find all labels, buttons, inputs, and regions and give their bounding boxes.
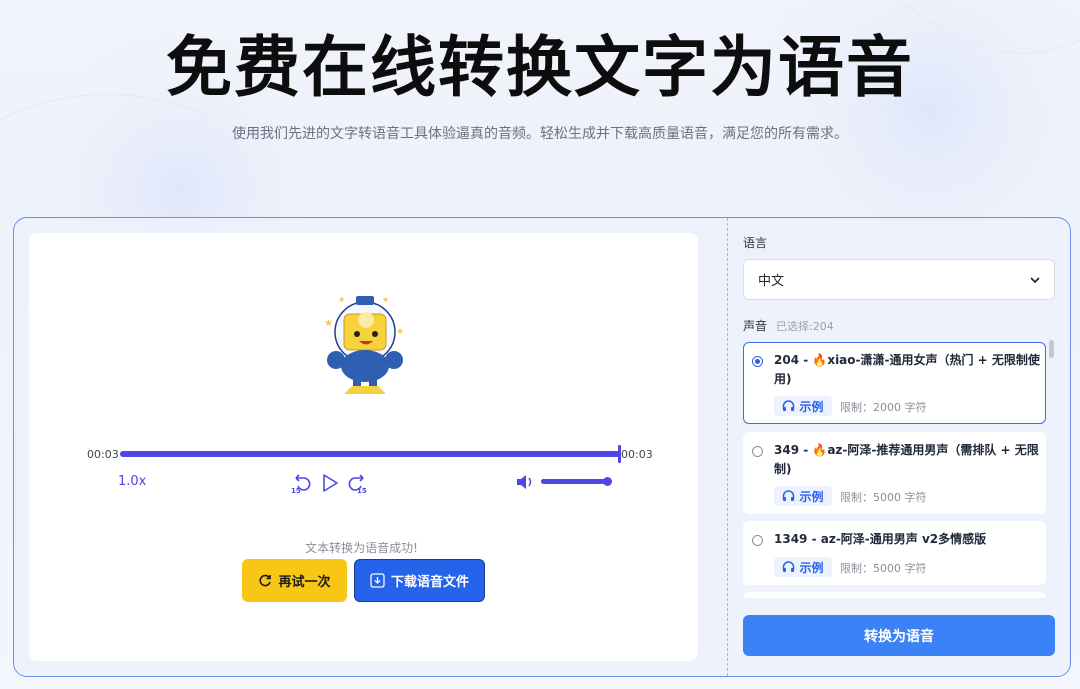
- svg-text:★: ★: [324, 318, 333, 329]
- play-icon[interactable]: [319, 472, 341, 494]
- language-select[interactable]: 中文: [743, 259, 1055, 300]
- skip-back-seconds: 15: [291, 487, 301, 494]
- voice-radio[interactable]: [752, 356, 763, 367]
- download-button[interactable]: 下载语音文件: [354, 559, 485, 602]
- skip-back-icon[interactable]: 15: [290, 472, 312, 494]
- voice-option[interactable]: 204 - 🔥xiao-潇潇-通用女声（热门 + 无限制使用) 示例 限制：20…: [743, 342, 1046, 424]
- voice-radio[interactable]: [752, 535, 763, 546]
- voice-name: 349 - 🔥az-阿泽-推荐通用男声（需排队 + 无限制): [774, 443, 1039, 476]
- svg-text:★: ★: [396, 327, 404, 337]
- panel-divider: [727, 218, 728, 676]
- character-limit: 限制：5000 字符: [840, 562, 927, 575]
- voice-label: 声音: [743, 319, 768, 333]
- convert-button[interactable]: 转换为语音: [743, 615, 1055, 656]
- voice-list[interactable]: 204 - 🔥xiao-潇潇-通用女声（热门 + 无限制使用) 示例 限制：20…: [743, 340, 1047, 598]
- character-limit: 限制：5000 字符: [840, 491, 927, 504]
- volume-fill: [541, 479, 609, 484]
- volume-thumb[interactable]: [603, 477, 612, 486]
- duration-time: 00:03: [621, 448, 653, 461]
- sample-button[interactable]: 示例: [774, 557, 832, 577]
- voice-name: 1349 - az-阿泽-通用男声 v2多情感版: [774, 532, 987, 546]
- skip-forward-seconds: 15: [357, 487, 367, 494]
- progress-bar[interactable]: [120, 451, 620, 457]
- voice-option-partial[interactable]: [743, 592, 1046, 598]
- svg-text:★: ★: [382, 295, 389, 304]
- language-label: 语言: [743, 236, 768, 250]
- volume-icon[interactable]: [516, 474, 534, 490]
- svg-text:★: ★: [338, 295, 345, 304]
- voice-option[interactable]: 1349 - az-阿泽-通用男声 v2多情感版 示例 限制：5000 字符: [743, 521, 1046, 585]
- refresh-icon: [259, 574, 272, 586]
- playback-speed[interactable]: 1.0x: [118, 474, 146, 489]
- download-icon: [370, 573, 385, 588]
- retry-button[interactable]: 再试一次: [242, 559, 347, 602]
- success-message: 文本转换为语音成功!: [305, 541, 418, 555]
- sample-label: 示例: [799, 489, 824, 504]
- sample-button[interactable]: 示例: [774, 396, 832, 416]
- sample-label: 示例: [799, 560, 824, 575]
- retry-label: 再试一次: [278, 575, 331, 590]
- headphones-icon: [783, 400, 795, 411]
- sample-label: 示例: [799, 399, 824, 414]
- voice-radio[interactable]: [752, 446, 763, 457]
- voice-name: 204 - 🔥xiao-潇潇-通用女声（热门 + 无限制使用): [774, 353, 1040, 386]
- voice-option[interactable]: 349 - 🔥az-阿泽-推荐通用男声（需排队 + 无限制) 示例 限制：500…: [743, 432, 1046, 514]
- progress-fill: [120, 451, 620, 457]
- page-title: 免费在线转换文字为语音: [166, 29, 914, 106]
- voice-list-scrollbar[interactable]: [1049, 340, 1054, 358]
- current-time: 00:03: [87, 448, 119, 461]
- sample-button[interactable]: 示例: [774, 486, 832, 506]
- language-value: 中文: [758, 274, 785, 289]
- volume-slider[interactable]: [541, 479, 609, 484]
- voice-selected-count: 已选择:204: [776, 320, 834, 333]
- mascot-astronaut-illustration: ★ ★ ★ ★: [324, 295, 404, 394]
- character-limit: 限制：2000 字符: [840, 401, 927, 414]
- skip-forward-icon[interactable]: 15: [347, 472, 369, 494]
- headphones-icon: [783, 561, 795, 572]
- page-subtitle: 使用我们先进的文字转语音工具体验逼真的音频。轻松生成并下载高质量语音，满足您的所…: [232, 126, 848, 142]
- chevron-down-icon: [1030, 276, 1040, 283]
- download-label: 下载语音文件: [390, 575, 469, 590]
- headphones-icon: [783, 490, 795, 501]
